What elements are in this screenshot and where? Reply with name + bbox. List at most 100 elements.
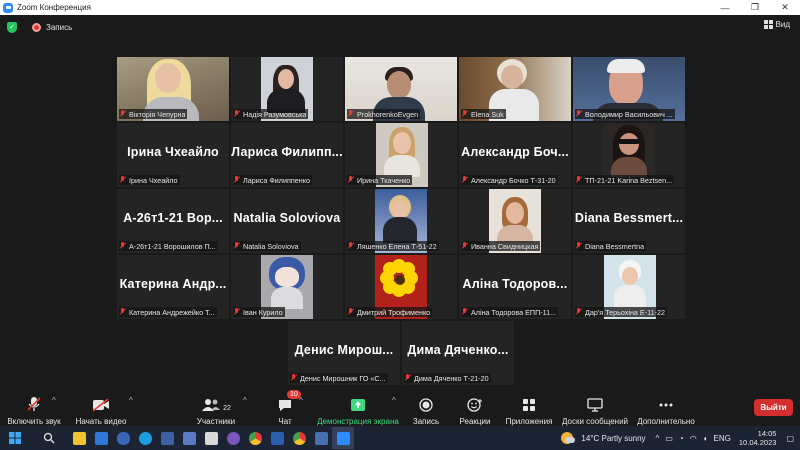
start-button[interactable] xyxy=(4,427,26,449)
video-figure-hair xyxy=(607,59,645,73)
defender-taskbar-icon[interactable] xyxy=(112,427,134,449)
chat-label: Чат xyxy=(278,417,292,426)
participant-tile[interactable]: Дима Дяченко... Дима Дяченко Т-21-20 xyxy=(402,321,514,385)
zoom-taskbar-icon[interactable] xyxy=(332,427,354,449)
participant-tile[interactable]: Иванна Свидницкая xyxy=(459,189,571,253)
flower-center xyxy=(395,275,405,285)
unmute-label: Включить звук xyxy=(7,417,61,426)
viber-taskbar-icon[interactable] xyxy=(222,427,244,449)
tray-chevron-icon[interactable]: ^ xyxy=(656,434,660,443)
participant-tile[interactable]: Володимир Васильович ... xyxy=(573,57,685,121)
participants-label: Участники xyxy=(196,417,236,426)
reactions-label: Реакции xyxy=(459,417,491,426)
more-button[interactable]: Дополнительно xyxy=(636,386,696,426)
video-options-caret-icon[interactable]: ^ xyxy=(129,396,133,405)
video-figure-head xyxy=(506,202,524,224)
calculator-taskbar-icon[interactable] xyxy=(310,427,332,449)
close-button[interactable]: ✕ xyxy=(770,0,800,15)
file-explorer-taskbar-icon[interactable] xyxy=(68,427,90,449)
participant-tile[interactable]: Ляшенко Елена Т-51-22 xyxy=(345,189,457,253)
muted-mic-icon xyxy=(119,110,127,118)
edge-taskbar-icon[interactable] xyxy=(134,427,156,449)
share-screen-icon xyxy=(351,399,365,411)
participant-tile[interactable]: Іван Курило xyxy=(231,255,343,319)
calendar-taskbar-icon[interactable] xyxy=(156,427,178,449)
flower-petal xyxy=(401,262,415,276)
participant-big-name: Лариса Филипп... xyxy=(231,145,343,159)
participant-name-label: Ирина Ткаченко xyxy=(347,175,413,185)
participant-tile[interactable]: Лариса Филипп... Лариса Филиппенко xyxy=(231,123,343,187)
video-off-icon xyxy=(92,398,109,412)
participant-tile[interactable]: Александр Боч... Александр Бочко Т-31-20 xyxy=(459,123,571,187)
participant-display-name: ТП-21-21 Karina Beztsen... xyxy=(585,175,673,185)
share-screen-button[interactable]: Демонстрация экрана xyxy=(316,386,400,426)
participant-tile[interactable]: ProkhorenkoEvgen xyxy=(345,57,457,121)
volume-icon[interactable]: ◔ xyxy=(679,434,684,443)
recording-label[interactable]: Запись xyxy=(46,23,72,32)
participant-display-name: Иванна Свидницкая xyxy=(471,241,539,251)
clock[interactable]: 14:05 10.04.2023 xyxy=(739,429,777,447)
security-shield-icon[interactable]: ✓ xyxy=(7,21,17,33)
video-figure-head xyxy=(155,63,181,93)
participant-tile[interactable]: Аліна Тодоров... Аліна Тодорова ЕПП-11... xyxy=(459,255,571,319)
share-caret-icon[interactable]: ^ xyxy=(392,396,396,405)
participant-tile[interactable]: Diana Bessmert... Diana Bessmertna xyxy=(573,189,685,253)
participants-caret-icon[interactable]: ^ xyxy=(243,396,247,405)
unmute-button[interactable]: Включить звук xyxy=(6,386,62,426)
meeting-info-bar: ✓ Запись Вид xyxy=(0,15,800,39)
network-icon[interactable]: ▭ xyxy=(665,434,673,443)
video-figure-head xyxy=(393,132,411,154)
video-figure-body xyxy=(614,285,646,309)
participant-tile[interactable]: Вікторія Чепурна xyxy=(117,57,229,121)
participant-tile[interactable]: Ірина Чхеайло Ірина Чхеайло xyxy=(117,123,229,187)
participant-tile[interactable]: Надія Разумовська xyxy=(231,57,343,121)
muted-mic-icon xyxy=(347,176,355,184)
word-taskbar-icon[interactable] xyxy=(266,427,288,449)
speaker-icon[interactable]: ◖ xyxy=(703,434,708,443)
language-indicator[interactable]: ENG xyxy=(714,434,731,443)
notifications-icon[interactable]: ▢ xyxy=(786,434,794,443)
participant-tile[interactable]: ТП-21-21 Karina Beztsen... xyxy=(573,123,685,187)
participant-tile[interactable]: Elena Suk xyxy=(459,57,571,121)
participants-button[interactable]: 22 Участники xyxy=(196,386,236,426)
recording-dot-icon xyxy=(32,22,41,32)
participant-tile[interactable]: Дар'я Терьохіна Е-11-22 xyxy=(573,255,685,319)
save-taskbar-icon[interactable] xyxy=(178,427,200,449)
maximize-button[interactable]: ❐ xyxy=(740,0,770,15)
chat-caret-icon[interactable]: ^ xyxy=(299,396,303,405)
view-button[interactable]: Вид xyxy=(763,20,790,29)
participant-name-label: Вікторія Чепурна xyxy=(119,109,188,119)
participant-tile[interactable]: Денис Мирош... Денис Мирошник ГО «С... xyxy=(288,321,400,385)
record-button[interactable]: Запись xyxy=(410,386,442,426)
muted-mic-icon xyxy=(461,176,469,184)
apps-button[interactable]: Приложения xyxy=(504,386,554,426)
weather-text[interactable]: 14°C Partly sunny xyxy=(581,434,645,443)
mail-taskbar-icon[interactable] xyxy=(90,427,112,449)
participant-tile[interactable]: А-26т1-21 Вор... А-26т1-21 Ворошилов П... xyxy=(117,189,229,253)
participant-name-label: ProkhorenkoEvgen xyxy=(347,109,421,119)
search-icon xyxy=(43,432,55,444)
video-figure-body xyxy=(611,157,647,177)
minimize-button[interactable]: — xyxy=(710,0,740,15)
audio-options-caret-icon[interactable]: ^ xyxy=(52,396,56,405)
document-taskbar-icon[interactable] xyxy=(200,427,222,449)
participant-big-name: Катерина Андр... xyxy=(119,277,227,291)
participant-display-name: Вікторія Чепурна xyxy=(129,109,186,119)
search-button[interactable] xyxy=(38,427,60,449)
participant-name-label: Лариса Филиппенко xyxy=(233,175,312,185)
participant-tile[interactable]: Дмитрий Трофименко xyxy=(345,255,457,319)
chrome-taskbar-icon[interactable] xyxy=(244,427,266,449)
chrome-2-taskbar-icon[interactable] xyxy=(288,427,310,449)
whiteboards-button[interactable]: Доски сообщений xyxy=(562,386,628,426)
mic-muted-icon xyxy=(27,397,41,411)
participant-tile[interactable]: Катерина Андр... Катерина Андрежейко Т... xyxy=(117,255,229,319)
start-video-button[interactable]: Начать видео xyxy=(76,386,126,426)
participant-tile[interactable]: Natalia Soloviova Natalia Soloviova xyxy=(231,189,343,253)
video-figure-head xyxy=(619,133,639,155)
leave-button[interactable]: Выйти xyxy=(754,399,793,416)
reactions-button[interactable]: Реакции xyxy=(458,386,492,426)
participant-tile[interactable]: Ирина Ткаченко xyxy=(345,123,457,187)
chat-button[interactable]: 10 Чат xyxy=(272,386,301,426)
participant-display-name: Natalia Soloviova xyxy=(243,241,299,251)
wifi-icon[interactable]: ◠ xyxy=(690,434,697,443)
